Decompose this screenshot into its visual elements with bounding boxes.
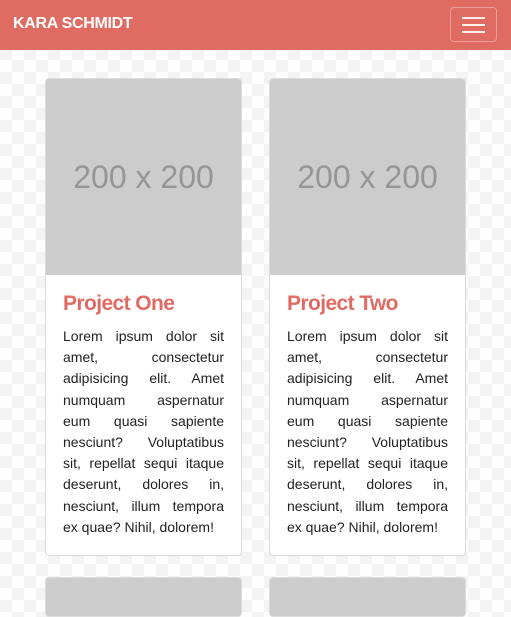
project-description: Lorem ipsum dolor sit amet, consectetur … bbox=[63, 328, 224, 535]
placeholder-image-label: 200 x 200 bbox=[73, 158, 214, 195]
project-title[interactable]: Project Two bbox=[287, 292, 398, 316]
project-thumbnail: 200 x 200 bbox=[270, 79, 465, 275]
project-card-partial bbox=[269, 577, 466, 617]
project-description: Lorem ipsum dolor sit amet, consectetur … bbox=[287, 328, 448, 535]
navbar: KARA SCHMIDT bbox=[0, 0, 511, 50]
project-card: 200 x 200 Project One Lorem ipsum dolor … bbox=[45, 78, 242, 556]
menu-toggle-button[interactable] bbox=[450, 7, 497, 42]
project-title[interactable]: Project One bbox=[63, 292, 175, 316]
project-card: 200 x 200 Project Two Lorem ipsum dolor … bbox=[269, 78, 466, 556]
project-thumbnail bbox=[270, 578, 465, 616]
brand-name[interactable]: KARA SCHMIDT bbox=[13, 15, 133, 33]
project-card-partial bbox=[45, 577, 242, 617]
project-thumbnail: 200 x 200 bbox=[46, 79, 241, 275]
project-thumbnail bbox=[46, 578, 241, 616]
placeholder-image-label: 200 x 200 bbox=[297, 158, 438, 195]
